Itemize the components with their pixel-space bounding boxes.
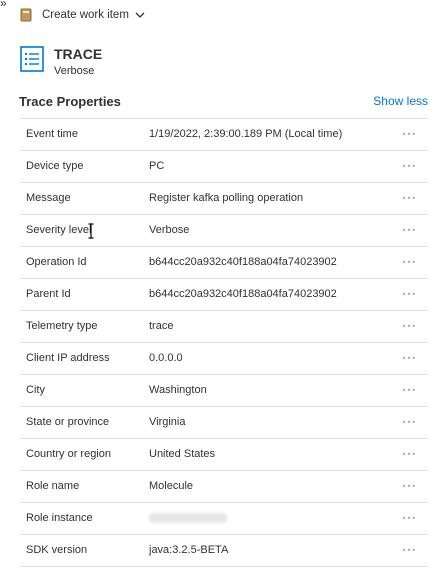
property-name: Role name — [26, 480, 80, 492]
property-value: Washington — [149, 384, 207, 396]
property-name: State or province — [26, 416, 110, 428]
more-options-button[interactable]: ··· — [402, 247, 417, 276]
more-options-button[interactable]: ··· — [402, 343, 417, 372]
trace-header: TRACE Verbose — [20, 46, 102, 78]
table-row: Device type PC ··· — [19, 151, 429, 183]
table-row: Parent Id b644cc20a932c40f188a04fa7402390… — [19, 279, 429, 311]
more-options-button[interactable]: ··· — [402, 407, 417, 436]
more-options-button[interactable]: ··· — [402, 375, 417, 404]
table-row: Severity level Verbose ··· — [19, 215, 429, 247]
table-row: Operation Id b644cc20a932c40f188a04fa7402… — [19, 247, 429, 279]
property-name: Severity level — [26, 224, 92, 236]
property-value: PC — [149, 160, 165, 172]
more-options-button[interactable]: ··· — [402, 439, 417, 468]
table-row: State or province Virginia ··· — [19, 407, 429, 439]
more-options-button[interactable]: ··· — [402, 151, 417, 180]
property-name: City — [26, 384, 45, 396]
create-work-item-button[interactable]: Create work item — [20, 6, 145, 24]
list-icon — [20, 46, 44, 72]
property-name: Operation Id — [26, 256, 87, 268]
work-item-icon — [20, 8, 32, 22]
table-row: Role instance ··· — [19, 503, 429, 535]
table-row: Message Register kafka polling operation ·… — [19, 183, 429, 215]
more-options-button[interactable]: ··· — [402, 535, 417, 564]
more-options-button[interactable]: ··· — [402, 215, 417, 244]
property-name: Parent Id — [26, 288, 71, 300]
property-value: java:3.2.5-BETA — [149, 544, 229, 556]
create-work-item-label: Create work item — [42, 9, 129, 21]
property-name: Message — [26, 192, 71, 204]
property-value: Register kafka polling operation — [149, 192, 304, 204]
more-options-button[interactable]: ··· — [402, 279, 417, 308]
page-title: TRACE — [54, 46, 103, 62]
table-row: Role name Molecule ··· — [19, 471, 429, 503]
property-name: Role instance — [26, 512, 93, 524]
property-value: Verbose — [149, 224, 190, 236]
section-title: Trace Properties — [19, 94, 121, 109]
property-name: Country or region — [26, 448, 111, 460]
text-cursor-icon — [88, 223, 94, 239]
property-value: b644cc20a932c40f188a04fa74023902 — [149, 288, 337, 300]
page-subtitle: Verbose — [54, 65, 95, 77]
more-options-button[interactable]: ··· — [402, 183, 417, 212]
property-value — [149, 503, 227, 536]
redacted-value — [149, 513, 227, 523]
property-name: Event time — [26, 128, 78, 140]
property-name: SDK version — [26, 544, 88, 556]
property-value: trace — [149, 320, 174, 332]
property-name: Telemetry type — [26, 320, 98, 332]
more-options-button[interactable]: ··· — [402, 119, 417, 148]
property-value: 1/19/2022, 2:39:00.189 PM (Local time) — [149, 128, 343, 140]
properties-table: Event time 1/19/2022, 2:39:00.189 PM (Loc… — [19, 118, 429, 567]
trace-properties-section: Trace Properties Show less — [19, 94, 429, 110]
collapse-chevron[interactable]: » — [0, 0, 7, 10]
property-value: Molecule — [149, 480, 194, 492]
show-less-link[interactable]: Show less — [373, 94, 428, 108]
table-row: Client IP address 0.0.0.0 ··· — [19, 343, 429, 375]
table-row: Telemetry type trace ··· — [19, 311, 429, 343]
property-name: Client IP address — [26, 352, 110, 364]
property-name: Device type — [26, 160, 84, 172]
chevron-down-icon — [135, 12, 145, 18]
property-value: United States — [149, 448, 216, 460]
more-options-button[interactable]: ··· — [402, 311, 417, 340]
table-row: Country or region United States ··· — [19, 439, 429, 471]
property-value: Virginia — [149, 416, 186, 428]
more-options-button[interactable]: ··· — [402, 471, 417, 500]
table-row: City Washington ··· — [19, 375, 429, 407]
property-value: b644cc20a932c40f188a04fa74023902 — [149, 256, 337, 268]
table-row: SDK version java:3.2.5-BETA ··· — [19, 535, 429, 567]
more-options-button[interactable]: ··· — [402, 503, 417, 532]
table-row: Event time 1/19/2022, 2:39:00.189 PM (Loc… — [19, 119, 429, 151]
property-value: 0.0.0.0 — [149, 352, 183, 364]
